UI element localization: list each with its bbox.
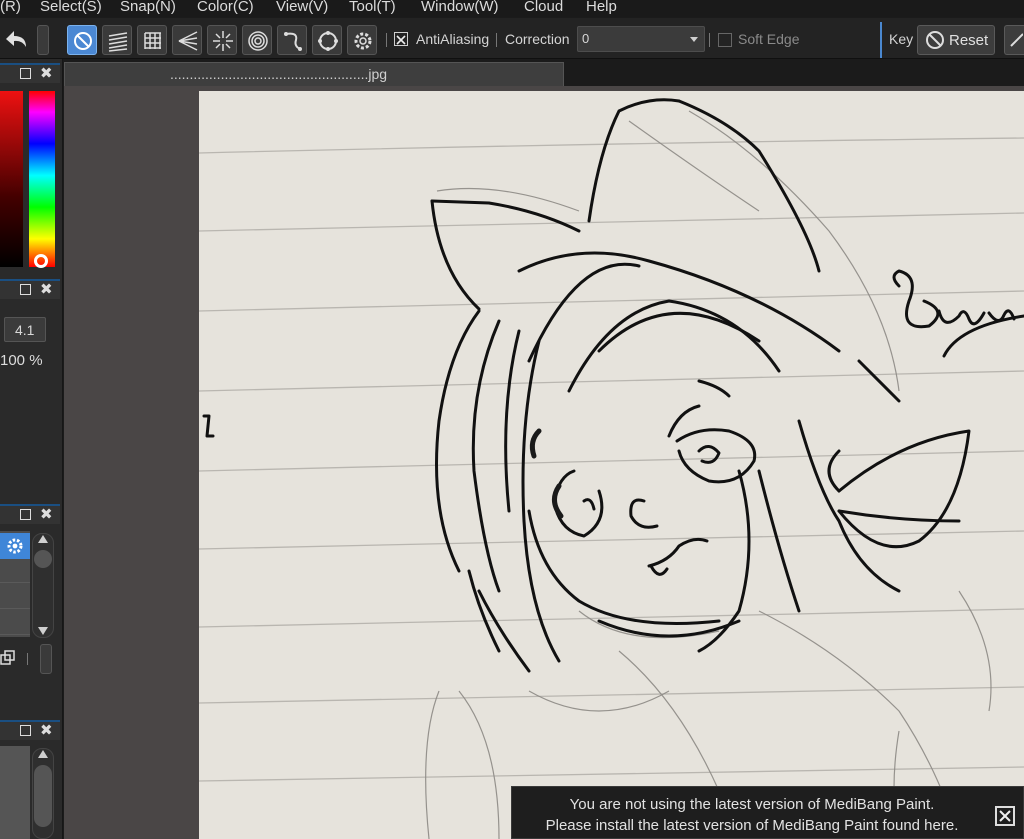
key-label: Key: [889, 31, 914, 47]
soft-edge-label: Soft Edge: [738, 31, 800, 47]
popout-icon[interactable]: [20, 284, 31, 295]
menu-cloud[interactable]: Cloud: [524, 0, 563, 15]
menu-snap[interactable]: Snap(N): [120, 0, 176, 15]
grid-snap-button[interactable]: [137, 25, 167, 55]
scroll-down-icon[interactable]: [38, 627, 48, 635]
correction-label: Correction: [505, 31, 570, 47]
chevron-down-icon: [690, 37, 698, 42]
correction-value: 0: [582, 31, 590, 46]
close-icon[interactable]: ✖: [40, 721, 53, 739]
circle-snap-icon: [318, 31, 338, 51]
parallel-snap-button[interactable]: [102, 25, 132, 55]
menu-help[interactable]: Help: [586, 0, 617, 15]
checkmark-x-icon: [396, 35, 406, 45]
bottom-panel-scrollbar[interactable]: [32, 748, 54, 839]
antialiasing-checkbox[interactable]: [394, 32, 408, 46]
close-icon[interactable]: ✖: [40, 64, 53, 82]
notice-close-button[interactable]: [995, 806, 1015, 826]
close-icon: [999, 810, 1011, 822]
radial-snap-button[interactable]: [207, 25, 237, 55]
snap-settings-button[interactable]: [347, 25, 377, 55]
reset-button[interactable]: Reset: [917, 25, 995, 55]
menu-tool[interactable]: Tool(T): [349, 0, 396, 15]
duplicate-layer-icon: [0, 650, 15, 665]
brush-size-panel-header: ✖: [0, 279, 60, 299]
menu-window[interactable]: Window(W): [421, 0, 499, 15]
close-icon[interactable]: ✖: [40, 505, 53, 523]
layer-panel-grip[interactable]: [40, 644, 52, 674]
hue-slider[interactable]: [29, 91, 55, 267]
concentric-snap-button[interactable]: [242, 25, 272, 55]
perspective-snap-icon: [178, 31, 198, 51]
soft-edge-checkbox[interactable]: [718, 33, 732, 47]
panel-separator: [27, 653, 28, 665]
bottom-panel-content: [0, 746, 30, 839]
color-saturation-box[interactable]: [0, 91, 23, 267]
snap-settings-gear-icon: [354, 32, 372, 50]
radial-snap-icon: [213, 31, 233, 51]
undo-icon: [6, 31, 26, 47]
grid-snap-icon: [144, 32, 161, 49]
menu-layer[interactable]: (R): [0, 0, 21, 15]
snap-toolbar: AntiAliasing Correction: [0, 18, 1024, 59]
curve-snap-button[interactable]: [277, 25, 307, 55]
layer-panel-header: ✖: [0, 504, 60, 524]
perspective-snap-button[interactable]: [172, 25, 202, 55]
parallel-snap-icon: [108, 32, 128, 52]
layer-row[interactable]: [0, 557, 30, 583]
antialiasing-label: AntiAliasing: [416, 31, 490, 47]
update-notice-banner[interactable]: You are not using the latest version of …: [511, 786, 1024, 839]
document-tab-title: ........................................…: [170, 66, 388, 82]
toolbar-separator: [709, 33, 710, 47]
reset-icon: [926, 31, 944, 49]
layer-settings-button[interactable]: [0, 533, 30, 559]
popout-icon[interactable]: [20, 509, 31, 520]
opacity-value: 100 %: [0, 352, 43, 369]
duplicate-layer-button[interactable]: [0, 646, 18, 670]
menu-view[interactable]: View(V): [276, 0, 328, 15]
brush-size-input[interactable]: 4.1: [4, 317, 46, 342]
scrollbar-thumb[interactable]: [34, 550, 52, 568]
undo-button[interactable]: [0, 25, 30, 53]
popout-icon[interactable]: [20, 725, 31, 736]
close-icon[interactable]: ✖: [40, 280, 53, 298]
toolbar-separator: [386, 33, 387, 47]
hue-slider-thumb[interactable]: [34, 254, 48, 268]
layer-row[interactable]: [0, 609, 30, 635]
curve-snap-icon: [284, 32, 302, 51]
scroll-up-icon[interactable]: [38, 750, 48, 758]
scrollbar-thumb[interactable]: [34, 765, 52, 827]
menu-color[interactable]: Color(C): [197, 0, 254, 15]
layer-scrollbar[interactable]: [32, 533, 54, 638]
pen-icon: [1010, 33, 1024, 47]
sketch-drawing: [199, 98, 1024, 839]
snap-off-icon: [74, 32, 92, 50]
pen-tool-button[interactable]: [1004, 25, 1024, 55]
update-notice-line2[interactable]: Please install the latest version of Med…: [512, 817, 992, 834]
update-notice-line1: You are not using the latest version of …: [569, 796, 935, 813]
toolbar-section-divider: [880, 22, 882, 58]
snap-off-button[interactable]: [67, 25, 97, 55]
popout-icon[interactable]: [20, 68, 31, 79]
bottom-panel-header: ✖: [0, 720, 60, 740]
toolbar-separator: [496, 33, 497, 47]
menu-bar: (R) Select(S) Snap(N) Color(C) View(V) T…: [0, 0, 1024, 17]
menu-select[interactable]: Select(S): [40, 0, 102, 15]
toolbar-grip[interactable]: [37, 25, 49, 55]
canvas-paper[interactable]: [199, 91, 1024, 839]
color-panel-header: ✖: [0, 63, 60, 83]
brush-size-value: 4.1: [15, 322, 35, 338]
scroll-up-icon[interactable]: [38, 535, 48, 543]
reset-label: Reset: [949, 32, 989, 49]
document-tab[interactable]: ........................................…: [64, 62, 564, 86]
circle-snap-button[interactable]: [312, 25, 342, 55]
canvas-area[interactable]: [64, 86, 1024, 839]
gear-icon: [7, 538, 23, 554]
correction-dropdown[interactable]: 0: [577, 26, 705, 52]
concentric-snap-icon: [248, 31, 268, 51]
layer-row[interactable]: [0, 583, 30, 609]
